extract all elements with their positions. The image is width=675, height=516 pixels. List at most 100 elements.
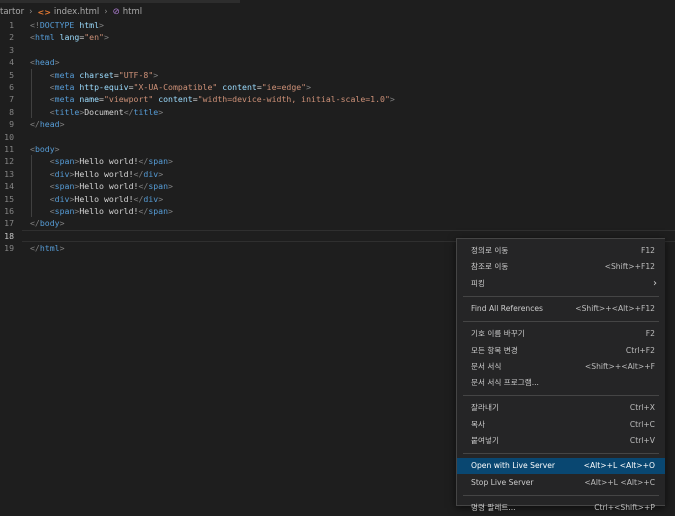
breadcrumb-element[interactable]: html (123, 7, 142, 17)
token-punc: > (158, 168, 164, 179)
code-line[interactable]: 11 <body> (0, 143, 675, 155)
menu-item-item-9[interactable]: 문서 서식 프로그램... (457, 375, 665, 391)
menu-item-item-8[interactable]: 문서 서식 <Shift>+<Alt>+F (457, 359, 665, 375)
token-tag: meta (54, 82, 75, 92)
line-number: 2 (9, 32, 14, 43)
token-tag: html (39, 243, 60, 254)
token-punc: > (99, 20, 104, 30)
code-text: <span>Hello world!</span> (30, 155, 173, 167)
breadcrumb-folder[interactable]: tartor (0, 7, 24, 17)
token-tag: span (54, 156, 75, 167)
code-text: <body> (30, 143, 60, 155)
token-tag: body (39, 218, 60, 229)
code-text: <head> (30, 56, 60, 68)
menu-item-item-7[interactable]: 모든 항목 변경 Ctrl+F2 (457, 343, 665, 359)
token-punc: > (59, 243, 65, 254)
token-tag: div (143, 193, 159, 204)
line-number: 6 (9, 82, 14, 92)
code-line[interactable]: 9 </head> (0, 118, 675, 130)
line-number: 16 (4, 206, 14, 216)
line-number: 5 (9, 69, 14, 80)
token-val: "width=device-width, initial-scale=1.0" (197, 94, 390, 105)
menu-item-item-13[interactable]: 붙여넣기 Ctrl+V (457, 433, 665, 449)
code-text: <!DOCTYPE html> (30, 19, 104, 31)
code-line[interactable]: 8 <title>Document</title> (0, 106, 675, 118)
code-line[interactable]: 17 </body> (0, 217, 675, 229)
element-icon: ⊘ (112, 7, 120, 17)
token-punc: <! (30, 20, 40, 30)
token-attr: http-equiv (79, 82, 129, 92)
menu-item-item-1[interactable]: 참조로 이동 <Shift>+F12 (457, 259, 665, 275)
line-number: 19 (4, 243, 14, 254)
menu-item-label: 붙여넣기 (471, 436, 499, 445)
code-line[interactable]: 4 <head> (0, 56, 675, 68)
token-punc: > (389, 94, 395, 105)
line-number: 8 (9, 106, 14, 117)
code-line[interactable]: 10 (0, 131, 675, 143)
chevron-right-icon: › (653, 277, 657, 289)
token-attr: charset (79, 69, 114, 80)
token-val: "UTF-8" (118, 69, 154, 80)
code-line[interactable]: 2 <html lang="en"> (0, 31, 675, 43)
breadcrumb-file[interactable]: index.html (54, 7, 99, 17)
token-punc: </ (138, 156, 149, 167)
menu-item-stop-live-server[interactable]: Stop Live Server <Alt>+L <Alt>+C (457, 475, 665, 491)
menu-item-item-0[interactable]: 정의로 이동 F12 (457, 243, 665, 259)
menu-item-item-12[interactable]: 복사 Ctrl+C (457, 417, 665, 433)
menu-item-item-6[interactable]: 기호 이름 바꾸기 F2 (457, 326, 665, 342)
code-line[interactable]: 14 <span>Hello world!</span> (0, 180, 675, 192)
line-number: 18 (4, 230, 14, 241)
code-editor[interactable]: 1 <!DOCTYPE html> 2 <html lang="en"> 3 4 <head… (0, 19, 675, 259)
token-tag: title (54, 106, 80, 117)
line-number: 7 (9, 94, 14, 105)
token-tag: span (54, 206, 75, 216)
token-text: Hello world! (74, 168, 134, 179)
menu-item-shortcut: Ctrl+F2 (625, 345, 655, 355)
menu-item-label: 피킹 (471, 278, 485, 288)
menu-item-shortcut: <Shift>+<Alt>+F (584, 361, 655, 371)
code-line[interactable]: 6 <meta http-equiv="X-UA-Compatible" con… (0, 81, 675, 93)
token-tag: div (54, 193, 70, 204)
token-punc: > (59, 119, 65, 130)
token-text: Hello world! (79, 156, 139, 167)
token-tag: html (34, 32, 55, 43)
menu-item-label: 명령 팔레트... (471, 502, 516, 512)
context-menu: 정의로 이동 F12 참조로 이동 <Shift>+F12 피킹 › Find All Re… (456, 238, 665, 512)
token-tag: span (148, 181, 169, 192)
breadcrumb: tartor › <> index.html › ⊘ html (0, 5, 675, 19)
token-punc: > (168, 181, 173, 192)
chevron-right-icon: › (29, 7, 33, 17)
menu-item-shortcut: Ctrl+C (629, 419, 655, 429)
menu-separator (463, 295, 659, 297)
menu-item-item-18[interactable]: 명령 팔레트... Ctrl+<Shift>+P (457, 500, 665, 516)
line-number: 4 (9, 57, 14, 68)
chevron-right-icon: › (104, 7, 108, 17)
code-line[interactable]: 1 <!DOCTYPE html> (0, 19, 675, 31)
token-attr: html (79, 20, 100, 30)
code-text: <span>Hello world!</span> (30, 205, 173, 217)
token-punc: > (54, 57, 60, 68)
code-text: </html> (30, 242, 65, 254)
menu-item-label: 문서 서식 프로그램... (471, 378, 539, 388)
token-punc: > (168, 156, 173, 167)
code-line[interactable]: 3 (0, 44, 675, 56)
code-line[interactable]: 13 <div>Hello world!</div> (0, 168, 675, 180)
code-line[interactable]: 7 <meta name="viewport" content="width=d… (0, 93, 675, 105)
code-line[interactable]: 16 <span>Hello world!</span> (0, 205, 675, 217)
menu-item-shortcut: Ctrl+<Shift>+P (594, 502, 655, 512)
token-punc: > (158, 193, 164, 204)
code-line[interactable]: 5 <meta charset="UTF-8"> (0, 69, 675, 81)
menu-item-open-with-live-server[interactable]: Open with Live Server <Alt>+L <Alt>+O (457, 458, 665, 475)
menu-item-item-2[interactable]: 피킹 › (457, 276, 665, 292)
code-text: <meta name="viewport" content="width=dev… (30, 93, 395, 105)
menu-item-find-all-references[interactable]: Find All References <Shift>+<Alt>+F12 (457, 301, 665, 317)
line-number: 14 (4, 181, 14, 192)
code-line[interactable]: 12 <span>Hello world!</span> (0, 155, 675, 167)
menu-item-item-11[interactable]: 잘라내기 Ctrl+X (457, 400, 665, 416)
code-line[interactable]: 15 <div>Hello world!</div> (0, 193, 675, 205)
code-text: <title>Document</title> (30, 106, 163, 118)
token-attr: lang (59, 32, 80, 43)
token-val: "ie=edge" (261, 82, 307, 92)
menu-item-shortcut: Ctrl+X (629, 403, 655, 413)
menu-item-shortcut: <Shift>+F12 (604, 262, 655, 272)
